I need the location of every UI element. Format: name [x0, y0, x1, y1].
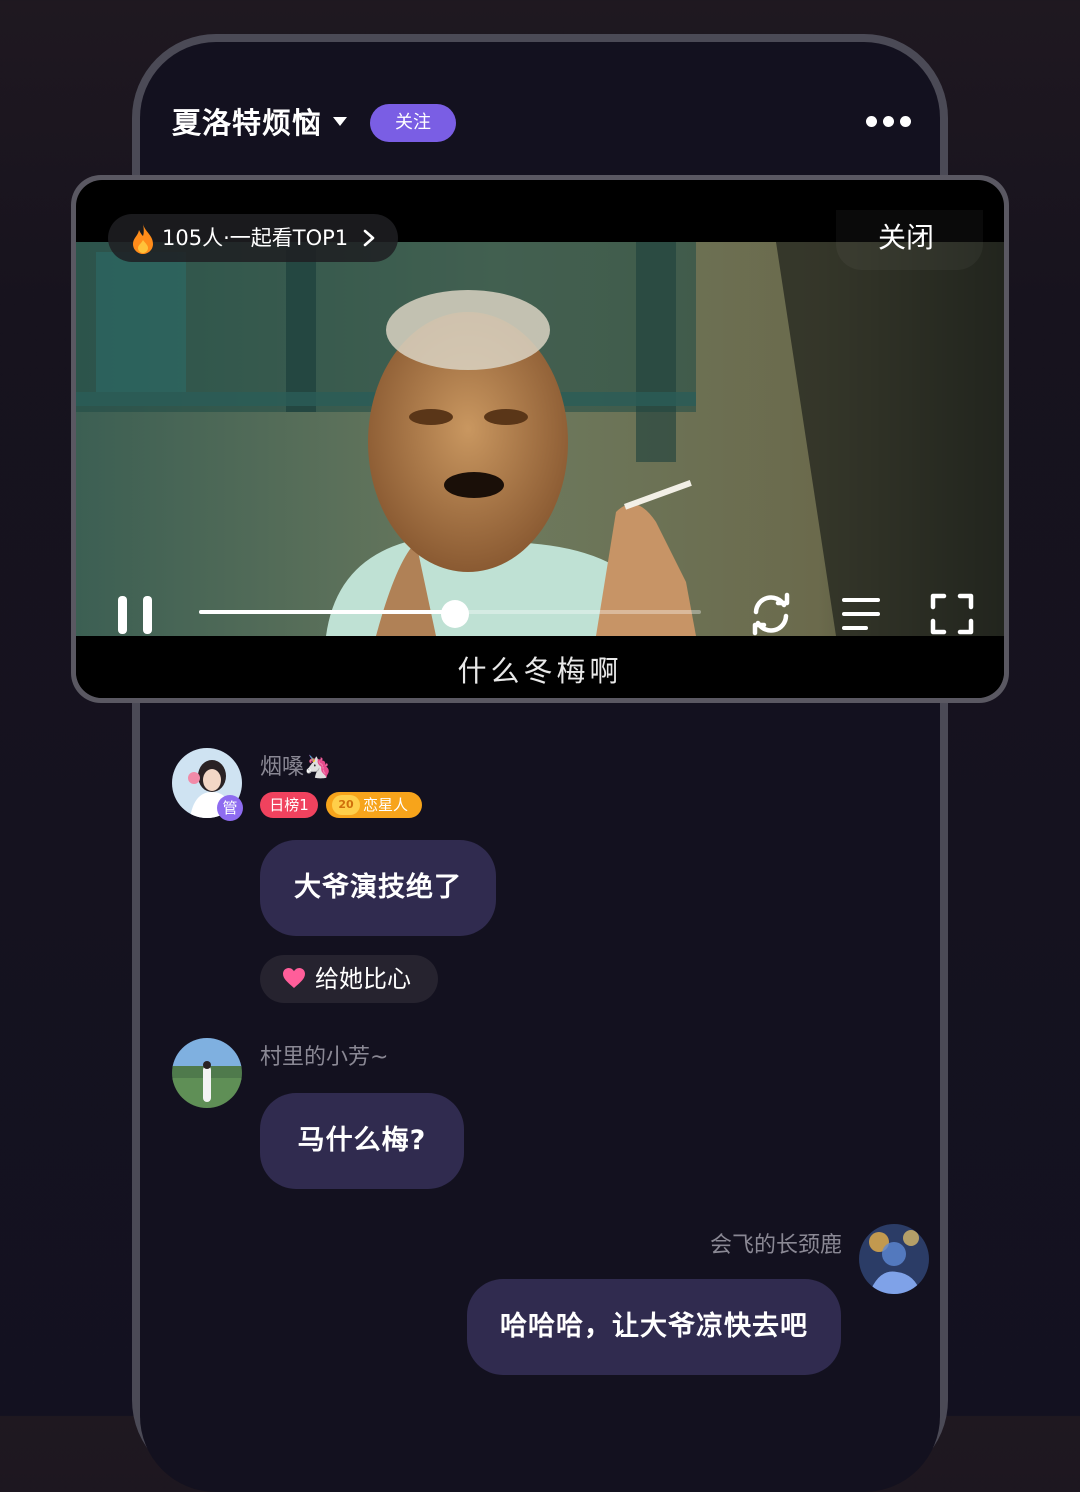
avatar[interactable] [172, 1038, 242, 1108]
repeat-icon[interactable] [748, 592, 794, 636]
username: 烟嗓🦄 [260, 755, 332, 780]
playlist-icon[interactable] [840, 596, 882, 632]
admin-badge: 管 [217, 795, 243, 821]
chat-bubble: 马什么梅? [260, 1093, 464, 1189]
video-subtitle: 什么冬梅啊 [457, 654, 623, 688]
chat-bubble: 哈哈哈，让大爷凉快去吧 [467, 1279, 841, 1375]
chevron-right-icon [363, 229, 375, 247]
username: 村里的小芳~ [260, 1045, 389, 1070]
follow-button[interactable]: 关注 [370, 104, 456, 142]
flame-icon [133, 224, 153, 254]
chat-bubble: 大爷演技绝了 [260, 840, 496, 936]
username: 会飞的长颈鹿 [709, 1233, 842, 1258]
dropdown-caret-icon[interactable] [333, 117, 347, 126]
close-button[interactable]: 关闭 [878, 218, 934, 258]
avatar[interactable] [859, 1224, 929, 1294]
fullscreen-icon[interactable] [930, 593, 974, 635]
level-coin: 20 [332, 795, 360, 815]
progress-knob[interactable] [441, 600, 469, 628]
more-icon[interactable] [866, 116, 912, 130]
level-tag: 20 恋星人 [326, 792, 422, 818]
heart-icon [283, 968, 305, 988]
watching-count: 105人·一起看TOP1 [162, 226, 349, 250]
pause-icon[interactable] [116, 594, 156, 636]
progress-fill [199, 610, 455, 614]
heart-reaction-label: 给她比心 [315, 965, 411, 993]
video-frame-image [76, 242, 1004, 636]
rank-tag: 日榜1 [260, 792, 318, 818]
room-title[interactable]: 夏洛特烦恼 [172, 100, 322, 146]
level-tag-label: 恋星人 [363, 796, 409, 814]
